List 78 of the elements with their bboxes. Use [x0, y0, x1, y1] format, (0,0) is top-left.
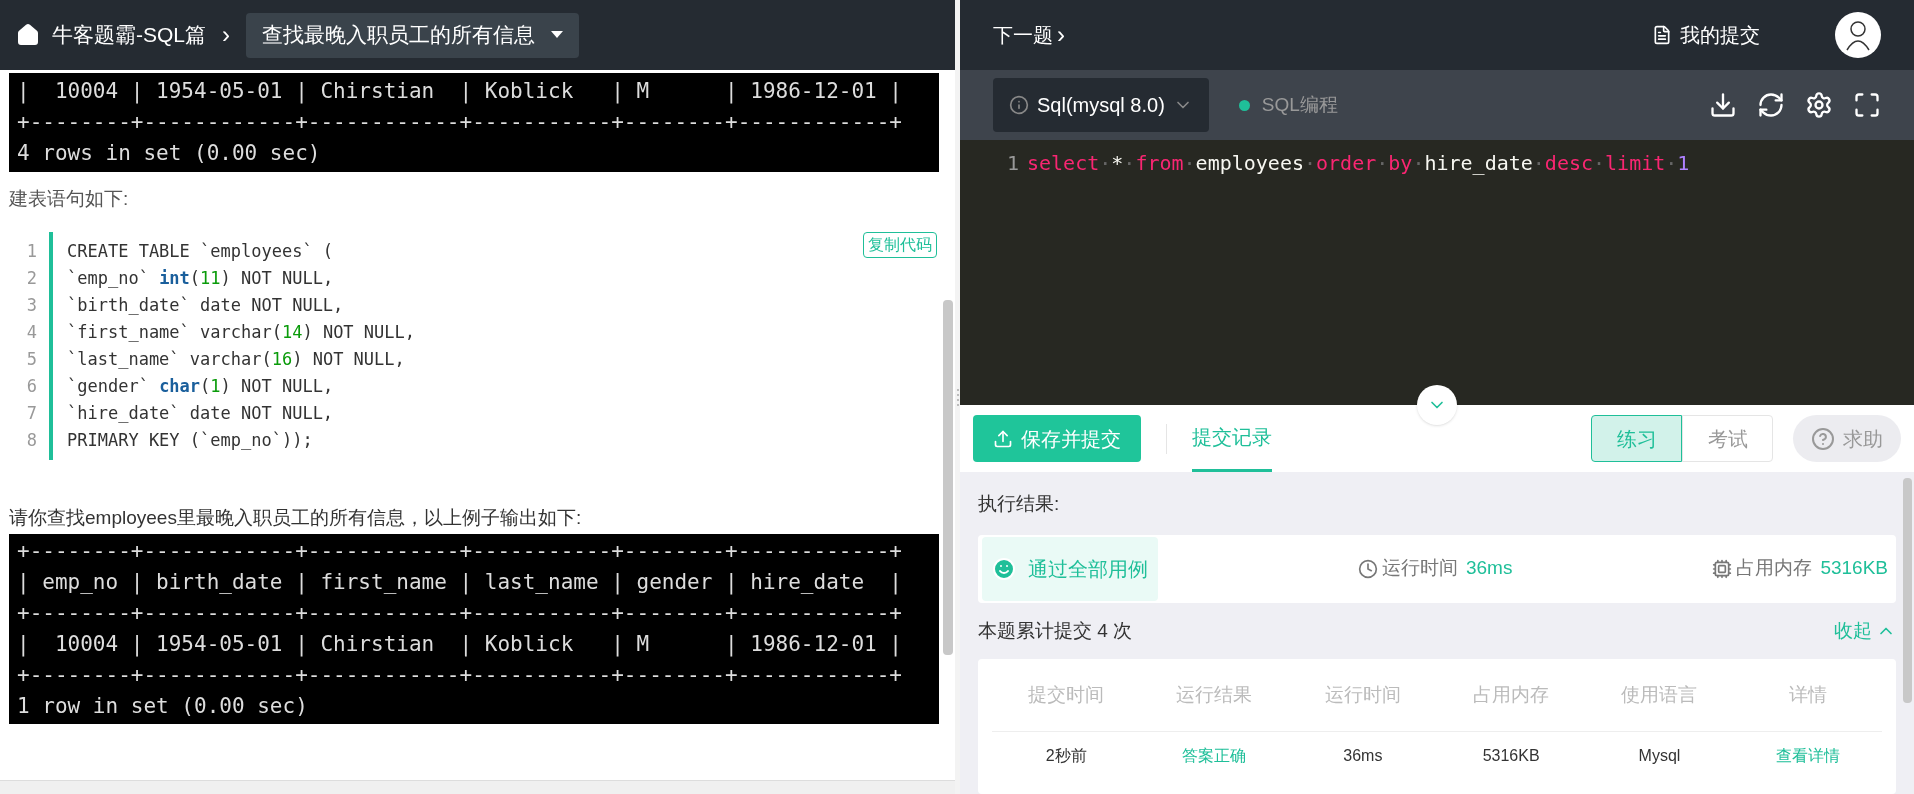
mode-toggle[interactable]: 练习	[1591, 415, 1682, 462]
column-header: 运行时间	[1323, 682, 1402, 707]
question-text: 请你查找employees里最晚入职员工的所有信息，以上例子输出如下:	[9, 505, 583, 530]
memory-value: 5316KB	[1820, 556, 1888, 581]
problem-select[interactable]: 查找最晚入职员工的所有信息	[246, 12, 579, 58]
section-title: 执行结果:	[978, 492, 1061, 516]
column-header: 占用内存	[1472, 682, 1551, 707]
info-icon	[1009, 95, 1029, 115]
help-button[interactable]: 求助	[1793, 415, 1901, 462]
mode-toggle[interactable]: 考试	[1682, 415, 1773, 462]
code-line: `first_name` varchar(14) NOT NULL,	[67, 320, 415, 344]
line-number: 2	[26, 266, 37, 290]
output-line: +--------+------------+------------+-----------+--------+------------+	[17, 662, 903, 689]
code-line: CREATE TABLE `employees` (	[67, 239, 335, 263]
save-submit-button[interactable]: 保存并提交	[973, 415, 1141, 462]
table-cell-text: Mysql	[1637, 746, 1682, 766]
breadcrumb-separator: ›	[222, 20, 230, 50]
line-number: 6	[26, 374, 37, 398]
status-text: 通过全部用例	[1028, 556, 1148, 582]
line-number: 7	[26, 401, 37, 425]
mode-label: SQL编程	[1261, 92, 1338, 117]
avatar-icon[interactable]	[1835, 12, 1881, 58]
code-line: select·*·from·employees·order·by·hire_date·desc·limit·1	[1027, 150, 1690, 177]
refresh-icon[interactable]	[1757, 91, 1785, 119]
details-link[interactable]: 查看详情	[1733, 744, 1882, 768]
download-icon[interactable]	[1709, 91, 1737, 119]
line-number: 1	[26, 239, 37, 263]
line-number: 3	[26, 293, 37, 317]
copy-code-button[interactable]: 复制代码	[863, 231, 937, 258]
code-line: `hire_date` date NOT NULL,	[67, 401, 335, 425]
line-number: 5	[26, 347, 37, 371]
output-line: +--------+------------+------------+-----------+--------+------------+	[17, 109, 903, 136]
table-cell-text: 5316KB	[1481, 746, 1541, 766]
schema-intro: 建表语句如下:	[9, 187, 130, 211]
help-icon	[1811, 426, 1835, 451]
settings-icon[interactable]	[1805, 91, 1833, 119]
line-number: 8	[26, 428, 37, 452]
code-editor[interactable]: 1 select·*·from·employees·order·by·hire_date·desc·limit·1	[960, 140, 1914, 405]
submission-count: 本题累计提交 4 次	[978, 618, 1133, 643]
column-header: 运行结果	[1175, 682, 1254, 707]
line-number: 1	[1005, 150, 1020, 177]
next-problem-link[interactable]: 下一题 ›	[993, 17, 1065, 53]
clock-icon	[1357, 558, 1378, 579]
table-cell-text: 2秒前	[1044, 746, 1088, 766]
output-line: | emp_no | birth_date | first_name | last_name | gender | hire_date |	[17, 569, 903, 597]
output-line: 1 row in set (0.00 sec)	[17, 693, 309, 720]
scrollbar-thumb[interactable]	[1903, 478, 1912, 703]
column-header: 使用语言	[1620, 682, 1699, 707]
language-select[interactable]: Sql(mysql 8.0)	[993, 78, 1209, 132]
caret-icon	[551, 31, 563, 39]
output-line: 4 rows in set (0.00 sec)	[17, 140, 322, 167]
scrollbar-thumb[interactable]	[943, 300, 953, 655]
table-cell-text: 36ms	[1342, 746, 1384, 766]
line-number: 4	[26, 320, 37, 344]
smile-icon	[992, 556, 1016, 581]
memory-label: 占用内存	[1736, 556, 1813, 581]
upload-icon	[993, 428, 1013, 449]
code-line: `last_name` varchar(16) NOT NULL,	[67, 347, 406, 371]
breadcrumb-link[interactable]: 牛客题霸-SQL篇	[52, 19, 206, 51]
code-line: `emp_no` int(11) NOT NULL,	[67, 266, 335, 290]
output-line: | 10004 | 1954-05-01 | Chirstian | Koblick | M | 1986-12-01 |	[17, 78, 903, 106]
output-line: +--------+------------+------------+-----------+--------+------------+	[17, 600, 903, 627]
column-header: 详情	[1787, 682, 1828, 707]
runtime-value: 36ms	[1465, 556, 1513, 581]
chip-icon	[1712, 558, 1733, 579]
code-line: `gender` char(1) NOT NULL,	[67, 374, 335, 398]
code-line: `birth_date` date NOT NULL,	[67, 293, 345, 317]
code-line: PRIMARY KEY (`emp_no`));	[67, 428, 314, 452]
document-icon[interactable]	[1652, 25, 1672, 45]
output-line: +--------+------------+------------+-----------+--------+------------+	[17, 538, 903, 565]
collapse-link[interactable]: 收起	[1834, 616, 1896, 645]
column-header: 提交时间	[1027, 682, 1106, 707]
home-icon[interactable]	[16, 23, 40, 47]
fullscreen-icon[interactable]	[1853, 91, 1881, 119]
table-cell-text: 答案正确	[1181, 746, 1248, 766]
output-line: | 10004 | 1954-05-01 | Chirstian | Koblick | M | 1986-12-01 |	[17, 631, 903, 659]
my-submissions-link[interactable]: 我的提交	[1680, 20, 1760, 50]
runtime-label: 运行时间	[1381, 556, 1458, 581]
